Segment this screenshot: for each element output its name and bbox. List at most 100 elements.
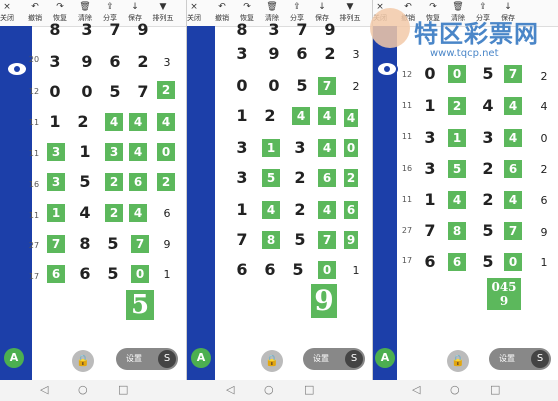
number-cell: 7 xyxy=(236,230,248,249)
number-cell: 9 xyxy=(81,52,93,71)
right-digit: 3 xyxy=(163,56,171,69)
number-cell: 7 xyxy=(296,20,308,39)
highlight-cell: 1 xyxy=(447,128,467,148)
row-label: 11 xyxy=(401,195,413,204)
number-cell: 5 xyxy=(482,252,494,271)
number-cell: 0 xyxy=(424,64,436,83)
number-cell: 7 xyxy=(109,20,121,39)
highlight-cell: 4 xyxy=(447,190,467,210)
number-cell: 5 xyxy=(107,234,119,253)
right-digit: 2 xyxy=(352,80,360,93)
number-cell: 1 xyxy=(424,190,436,209)
number-cell: 4 xyxy=(482,96,494,115)
row-label: 17 xyxy=(28,272,40,281)
number-cell: 0 xyxy=(49,82,61,101)
highlight-cell: 4 xyxy=(317,138,337,158)
app-logo-icon[interactable]: A xyxy=(375,348,395,368)
number-cell: 5 xyxy=(109,82,121,101)
back-icon[interactable]: ◁ xyxy=(40,383,48,396)
row-label: 12 xyxy=(28,87,40,96)
highlight-cell: 4 xyxy=(343,108,359,128)
number-cell: 4 xyxy=(79,203,91,222)
row-label: 11 xyxy=(28,211,40,220)
number-cell: 2 xyxy=(77,112,89,131)
download-icon: ↓ xyxy=(131,2,139,12)
number-cell: 8 xyxy=(49,20,61,39)
number-cell: 1 xyxy=(79,142,91,161)
screen-panel-1: × 关闭 ↶ 撤销 ↷ 恢复 🗑 清除 ⇪ 分享 ↓ 保存 ▼ 排列五 A 20 12 11 … xyxy=(0,0,186,380)
system-navbar: ◁ ○ □ ◁ ○ □ ◁ ○ □ xyxy=(0,380,558,401)
settings-button[interactable]: 设置 S xyxy=(303,348,365,370)
number-cell: 3 xyxy=(268,20,280,39)
back-icon[interactable]: ◁ xyxy=(226,383,234,396)
home-icon[interactable]: ○ xyxy=(78,383,88,396)
right-digit: 0 xyxy=(540,132,548,145)
number-cell: 3 xyxy=(424,159,436,178)
settings-button[interactable]: 设置 S xyxy=(489,348,551,370)
highlight-cell: 4 xyxy=(128,112,148,132)
highlight-cell: 2 xyxy=(447,96,467,116)
number-cell: 2 xyxy=(324,44,336,63)
number-cell: 9 xyxy=(137,20,149,39)
lock-icon[interactable]: 🔒 xyxy=(72,350,94,372)
highlight-cell: 3 xyxy=(104,142,124,162)
number-cell: 2 xyxy=(264,106,276,125)
settings-label: 设置 xyxy=(499,354,515,363)
home-icon[interactable]: ○ xyxy=(450,383,460,396)
row-label: 16 xyxy=(28,180,40,189)
number-cell: 6 xyxy=(296,44,308,63)
number-cell: 2 xyxy=(294,200,306,219)
highlight-cell: 0 xyxy=(317,260,337,280)
highlight-cell: 9 xyxy=(343,230,359,250)
row-label: 11 xyxy=(28,149,40,158)
number-cell: 3 xyxy=(424,128,436,147)
close-button[interactable]: × 关闭 xyxy=(187,0,209,26)
row-label: 27 xyxy=(28,241,40,250)
row-label: 11 xyxy=(401,101,413,110)
app-logo-icon[interactable]: A xyxy=(4,348,24,368)
number-cell: 1 xyxy=(236,200,248,219)
number-cell: 1 xyxy=(424,96,436,115)
close-label: 关闭 xyxy=(187,14,201,22)
row-label: 11 xyxy=(28,118,40,127)
watermark-logo-icon xyxy=(370,8,410,48)
highlight-cell: 2 xyxy=(156,80,176,100)
number-cell: 3 xyxy=(482,128,494,147)
highlight-cell: 5 xyxy=(447,159,467,179)
row-label: 16 xyxy=(401,164,413,173)
close-button[interactable]: × 关闭 xyxy=(0,0,22,26)
highlight-cell: 6 xyxy=(46,264,66,284)
recent-apps-icon[interactable]: □ xyxy=(118,383,128,396)
right-digit: 6 xyxy=(540,194,548,207)
highlight-cell: 4 xyxy=(291,106,311,126)
eye-icon[interactable] xyxy=(6,61,28,77)
highlight-cell: 4 xyxy=(104,112,124,132)
highlight-cell: 7 xyxy=(317,230,337,250)
number-cell: 6 xyxy=(236,260,248,279)
number-cell: 6 xyxy=(109,52,121,71)
highlight-cell: 7 xyxy=(503,64,523,84)
number-cell: 3 xyxy=(294,138,306,157)
close-label: 关闭 xyxy=(0,14,14,22)
highlight-cell: 4 xyxy=(156,112,176,132)
back-icon[interactable]: ◁ xyxy=(412,383,420,396)
right-digit: 4 xyxy=(540,100,548,113)
lock-icon[interactable]: 🔒 xyxy=(261,350,283,372)
highlight-cell: 7 xyxy=(317,76,337,96)
number-cell: 7 xyxy=(137,82,149,101)
number-cell: 0 xyxy=(268,76,280,95)
result-sum-box: 045 9 xyxy=(487,278,521,310)
highlight-cell: 6 xyxy=(343,200,359,220)
number-cell: 0 xyxy=(81,82,93,101)
recent-apps-icon[interactable]: □ xyxy=(490,383,500,396)
settings-button[interactable]: 设置 S xyxy=(116,348,178,370)
lock-icon[interactable]: 🔒 xyxy=(447,350,469,372)
number-cell: 2 xyxy=(482,159,494,178)
home-icon[interactable]: ○ xyxy=(264,383,274,396)
highlight-cell: 7 xyxy=(503,221,523,241)
recent-apps-icon[interactable]: □ xyxy=(304,383,314,396)
highlight-cell: 4 xyxy=(317,200,337,220)
highlight-cell: 6 xyxy=(128,172,148,192)
app-logo-icon[interactable]: A xyxy=(191,348,211,368)
row-label: 27 xyxy=(401,226,413,235)
